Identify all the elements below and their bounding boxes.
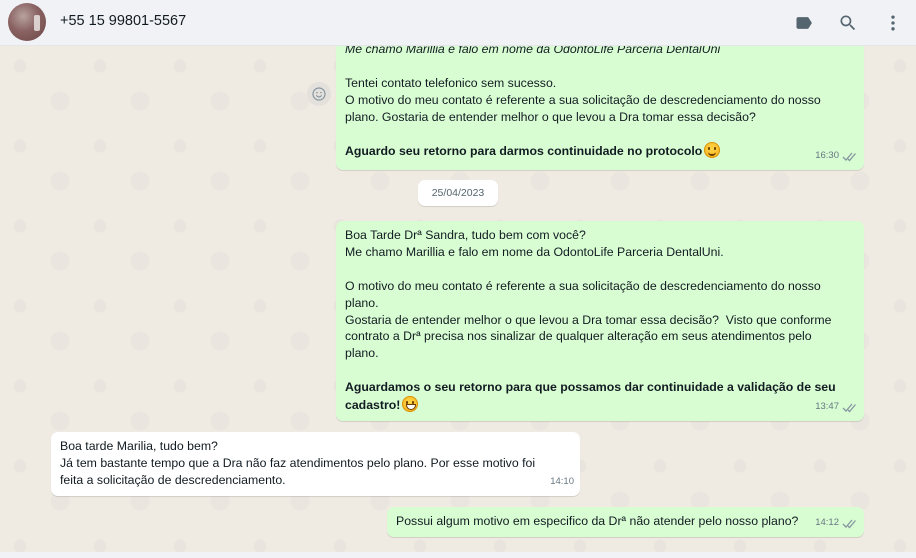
message-line: plano. Gostaria de entender melhor o que… [345, 109, 855, 126]
message-line [345, 261, 855, 278]
label-icon[interactable] [792, 11, 816, 35]
search-icon[interactable] [836, 11, 860, 35]
message-line: Já tem bastante tempo que a Dra não faz … [60, 455, 571, 472]
message-time: 13:47 [815, 401, 839, 413]
message-line: Me chamo Marillia e falo em nome da Odon… [345, 46, 855, 58]
contact-name[interactable]: +55 15 99801-5567 [60, 13, 186, 29]
message-line: plano. [345, 295, 855, 312]
message-line: Possui algum motivo em especifico da Drª… [396, 513, 855, 530]
contact-avatar[interactable] [8, 3, 46, 41]
message-meta: 13:47 [815, 399, 858, 416]
message-line: Tentei contato telefonico sem sucesso. [345, 75, 855, 92]
double-check-icon [842, 519, 856, 529]
message-line: Aguardamos o seu retorno para que possam… [345, 379, 855, 396]
message-line-text: Já tem bastante tempo que a Dra não faz … [60, 455, 536, 470]
message-line-text: Me chamo Marillia e falo em nome da Odon… [345, 46, 721, 56]
message-line: Gostaria de entender melhor o que levou … [345, 312, 855, 329]
message-line: cadastro! [345, 396, 855, 414]
smile-emoji-icon [704, 142, 721, 159]
double-check-icon [842, 403, 856, 413]
chat-area[interactable]: Me chamo Marillia e falo em nome da Odon… [0, 46, 916, 558]
grin-emoji-icon [402, 396, 419, 413]
emoji-react-icon[interactable] [307, 82, 331, 106]
message-line-text: Boa tarde Marilia, tudo bem? [60, 439, 218, 453]
message-time: 14:10 [550, 476, 574, 488]
message-time: 16:30 [815, 150, 839, 162]
message-line-text: Me chamo Marillia e falo em nome da Odon… [345, 244, 724, 259]
message-time: 14:12 [815, 517, 839, 529]
message-line: feita a solicitação de descredenciamento… [60, 472, 571, 489]
message-line: O motivo do meu contato é referente a su… [345, 278, 855, 295]
double-check-icon [842, 152, 856, 162]
message-line-text: plano. Gostaria de entender melhor o que… [345, 109, 756, 124]
message-line-text: contrato a Drª precisa nos sinalizar de … [345, 329, 812, 344]
message-bubble-incoming[interactable]: Boa tarde Marilia, tudo bem? Já tem basta… [51, 432, 580, 496]
message-bubble-outgoing[interactable]: Possui algum motivo em especifico da Drª… [387, 507, 864, 537]
message-line-text: O motivo do meu contato é referente a su… [345, 92, 821, 107]
message-line-text: feita a solicitação de descredenciamento… [60, 472, 286, 487]
message-line-text: Possui algum motivo em especifico da Drª… [396, 514, 799, 528]
message-line-text: Boa Tarde Drª Sandra, tudo bem com você? [345, 228, 586, 242]
message-line-text: Tentei contato telefonico sem sucesso. [345, 75, 557, 90]
chat-header: +55 15 99801-5567 [0, 0, 916, 46]
message-line: Me chamo Marillia e falo em nome da Odon… [345, 244, 855, 261]
message-line: Boa Tarde Drª Sandra, tudo bem com você? [345, 227, 855, 244]
message-line-text: Gostaria de entender melhor o que levou … [345, 312, 832, 327]
message-line: Boa tarde Marilia, tudo bem? [60, 438, 571, 455]
message-line [345, 126, 855, 143]
menu-icon[interactable] [881, 11, 905, 35]
message-bubble-outgoing[interactable]: Me chamo Marillia e falo em nome da Odon… [336, 46, 864, 170]
message-line-text: Aguardamos o seu retorno para que possam… [345, 380, 836, 395]
message-line-text: O motivo do meu contato é referente a su… [345, 278, 821, 293]
message-meta: 14:12 [815, 515, 858, 532]
date-separator: 25/04/2023 [418, 180, 498, 206]
message-line: O motivo do meu contato é referente a su… [345, 92, 855, 109]
bottom-strip [0, 552, 916, 558]
message-line: plano. [345, 345, 855, 362]
message-line-text: Aguardo seu retorno para darmos continui… [345, 144, 703, 159]
message-line-text: plano. [345, 295, 379, 310]
message-line [345, 362, 855, 379]
message-meta: 16:30 [815, 148, 858, 165]
message-line-text: plano. [345, 346, 379, 361]
message-line: contrato a Drª precisa nos sinalizar de … [345, 328, 855, 345]
message-line: Aguardo seu retorno para darmos continui… [345, 142, 855, 160]
message-line [345, 58, 855, 75]
message-meta: 14:10 [550, 474, 574, 491]
message-bubble-outgoing[interactable]: Boa Tarde Drª Sandra, tudo bem com você?… [336, 221, 864, 421]
message-line-text: cadastro! [345, 398, 401, 413]
